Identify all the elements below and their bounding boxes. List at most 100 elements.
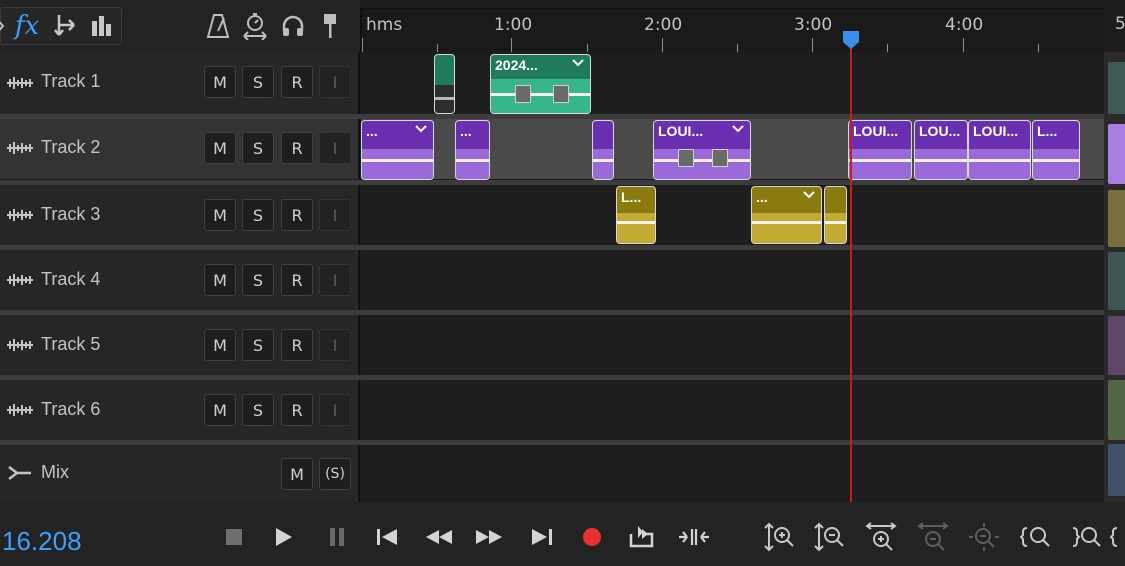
solo-button[interactable]: S	[242, 264, 274, 296]
audio-clip[interactable]: L...	[1032, 120, 1080, 180]
solo-button[interactable]: S	[242, 199, 274, 231]
fast-forward-button[interactable]	[473, 522, 505, 552]
fade-handle[interactable]	[515, 85, 531, 103]
mute-button[interactable]: M	[204, 199, 236, 231]
rewind-button[interactable]	[423, 522, 455, 552]
zoom-selection-button[interactable]	[1110, 522, 1125, 552]
audio-clip[interactable]: ...	[455, 120, 490, 180]
chevron-down-icon[interactable]	[803, 191, 815, 199]
ruler-tick	[887, 44, 888, 52]
audio-clip[interactable]: LOUI...	[968, 120, 1031, 180]
record-button[interactable]	[576, 522, 608, 552]
track-lane-6[interactable]	[361, 380, 1104, 440]
mix-track-header[interactable]: Mix M (S)	[0, 445, 360, 502]
audio-clip[interactable]: LOU...	[914, 120, 968, 180]
track-name[interactable]: Track 4	[41, 269, 100, 290]
chevron-down-icon[interactable]	[415, 125, 427, 133]
zoom-in-amplitude-button[interactable]	[763, 522, 795, 552]
skip-selection-button[interactable]	[676, 522, 712, 552]
track-header-6[interactable]: Track 6 M S R I	[0, 380, 360, 440]
zoom-to-in-point-button[interactable]	[1020, 522, 1052, 552]
meters-button[interactable]	[84, 8, 118, 44]
fade-handle[interactable]	[712, 149, 728, 167]
zoom-out-full-button[interactable]	[968, 522, 1000, 552]
track-header-4[interactable]: Track 4 M S R I	[0, 250, 360, 310]
pause-button[interactable]	[321, 522, 353, 552]
track-lane-1[interactable]	[361, 52, 1104, 114]
track-name[interactable]: Track 6	[41, 399, 100, 420]
chevron-down-icon[interactable]	[572, 59, 584, 67]
mute-button[interactable]: M	[204, 329, 236, 361]
track-name[interactable]: Track 5	[41, 334, 100, 355]
monitor-button[interactable]	[278, 10, 308, 42]
record-arm-button[interactable]: R	[281, 199, 313, 231]
mute-button[interactable]: M	[204, 394, 236, 426]
zoom-to-out-point-button[interactable]	[1071, 522, 1103, 552]
current-time-display[interactable]: 16.208	[2, 526, 82, 557]
solo-button[interactable]: S	[242, 66, 274, 98]
loop-playback-button[interactable]	[626, 522, 658, 552]
playhead-line[interactable]	[850, 44, 852, 502]
go-to-end-button[interactable]	[526, 522, 558, 552]
zoom-out-time-button[interactable]	[917, 522, 949, 552]
track-name[interactable]: Track 3	[41, 204, 100, 225]
track-header-3[interactable]: Track 3 M S R I	[0, 185, 360, 245]
solo-button[interactable]: S	[242, 329, 274, 361]
input-monitor-button[interactable]: I	[319, 66, 351, 98]
track-header-2[interactable]: Track 2 M S R I	[0, 117, 360, 179]
audio-clip[interactable]: LOUI...	[653, 120, 751, 180]
chevron-down-icon[interactable]	[732, 125, 744, 133]
mute-button[interactable]: M	[204, 132, 236, 164]
audio-clip[interactable]: 2024...	[490, 54, 591, 114]
zoom-in-time-button[interactable]	[865, 522, 897, 552]
time-stretch-button[interactable]	[240, 10, 270, 42]
audio-clip[interactable]: L...	[616, 186, 656, 244]
track-name[interactable]: Track 2	[41, 137, 100, 158]
input-monitor-button[interactable]: I	[319, 394, 351, 426]
mute-button[interactable]: M	[204, 66, 236, 98]
sends-button[interactable]	[49, 8, 83, 44]
metronome-button[interactable]	[203, 10, 233, 42]
track-header-1[interactable]: Track 1 M S R I	[0, 52, 360, 114]
mute-button[interactable]: M	[204, 264, 236, 296]
record-arm-button[interactable]: R	[281, 264, 313, 296]
track-name[interactable]: Track 1	[41, 71, 100, 92]
track-lane-5[interactable]	[361, 315, 1104, 375]
go-to-start-button[interactable]	[371, 522, 403, 552]
loop-icon	[629, 526, 654, 548]
fade-handle[interactable]	[678, 149, 694, 167]
mix-solo-button[interactable]: (S)	[319, 458, 351, 490]
track-lane-3[interactable]	[361, 185, 1104, 245]
audio-clip[interactable]	[592, 120, 614, 180]
input-monitor-button[interactable]: I	[319, 264, 351, 296]
record-arm-button[interactable]: R	[281, 394, 313, 426]
audio-clip[interactable]: LOUI...	[848, 120, 912, 180]
more-icon[interactable]	[0, 8, 10, 44]
zoom-out-amplitude-button[interactable]	[813, 522, 845, 552]
audio-clip[interactable]	[824, 186, 847, 244]
skip-to-start-icon	[377, 529, 397, 545]
audio-clip[interactable]	[434, 54, 455, 114]
ruler-label: 5	[1115, 14, 1125, 34]
track-lane-4[interactable]	[361, 250, 1104, 310]
play-button[interactable]	[268, 522, 300, 552]
audio-clip[interactable]: ...	[361, 120, 434, 180]
solo-button[interactable]: S	[242, 132, 274, 164]
input-monitor-button[interactable]: I	[319, 132, 351, 164]
mix-lane[interactable]	[361, 445, 1104, 502]
stop-button[interactable]	[218, 522, 250, 552]
record-arm-button[interactable]: R	[281, 66, 313, 98]
input-monitor-button[interactable]: I	[319, 329, 351, 361]
record-arm-button[interactable]: R	[281, 329, 313, 361]
audio-clip[interactable]: ...	[751, 186, 822, 244]
mix-mute-button[interactable]: M	[281, 458, 313, 490]
effects-button[interactable]: fx	[10, 8, 44, 44]
playhead-handle-icon[interactable]	[842, 30, 860, 50]
input-monitor-button[interactable]: I	[319, 199, 351, 231]
record-arm-button[interactable]: R	[281, 132, 313, 164]
fade-handle[interactable]	[553, 85, 569, 103]
time-ruler[interactable]: hms 1:00 2:00 3:00 4:00	[360, 8, 1104, 52]
solo-button[interactable]: S	[242, 394, 274, 426]
track-header-5[interactable]: Track 5 M S R I	[0, 315, 360, 375]
marker-button[interactable]	[315, 10, 345, 42]
